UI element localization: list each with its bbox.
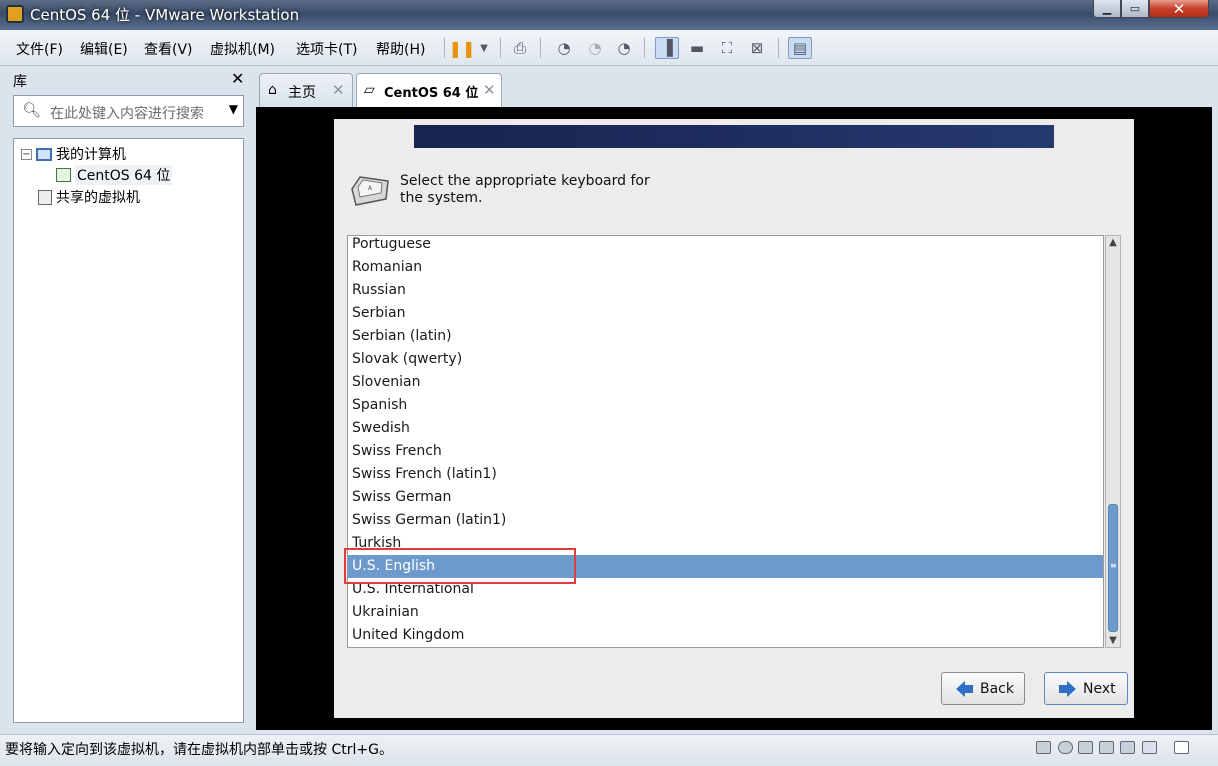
search-dropdown-icon[interactable]: ▼ (229, 102, 238, 116)
toolbar-separator (444, 38, 445, 58)
vm-running-icon (56, 168, 71, 182)
toolbar-separator (500, 38, 501, 58)
vmware-app-icon (6, 5, 24, 23)
list-item[interactable]: United Kingdom (348, 624, 1103, 647)
display-icon[interactable] (1142, 741, 1157, 754)
scroll-thumb[interactable]: ≡ (1108, 504, 1118, 632)
listbox-scrollbar[interactable]: ▲ ≡ ▼ (1105, 235, 1121, 648)
list-item[interactable]: Serbian (348, 302, 1103, 325)
toolbar-separator (540, 38, 541, 58)
list-item[interactable]: Swiss French (latin1) (348, 463, 1103, 486)
menu-file[interactable]: 文件(F) (16, 39, 63, 59)
printer-icon[interactable] (1099, 741, 1114, 754)
shared-vms-icon (38, 189, 52, 205)
collapse-icon[interactable]: − (21, 148, 32, 160)
library-search-input[interactable]: 🔍︎ 在此处键入内容进行搜索 ▼ (13, 95, 244, 127)
network-icon[interactable] (1078, 741, 1093, 754)
list-item[interactable]: Portuguese (348, 236, 1103, 256)
next-arrow-icon (1059, 680, 1077, 697)
menu-view[interactable]: 查看(V) (144, 39, 193, 59)
window-title: CentOS 64 位 - VMware Workstation (30, 6, 300, 24)
close-tab-icon[interactable]: ✕ (483, 81, 496, 99)
list-item[interactable]: Swiss French (348, 440, 1103, 463)
list-item[interactable]: Swiss German (348, 486, 1103, 509)
back-button[interactable]: Back (941, 672, 1025, 705)
search-icon: 🔍︎ (22, 101, 42, 119)
back-button-label: Back (980, 680, 1014, 697)
menu-tabs[interactable]: 选项卡(T) (296, 39, 357, 59)
list-item[interactable]: Swedish (348, 417, 1103, 440)
message-icon[interactable] (1174, 741, 1189, 754)
list-item[interactable]: Ukrainian (348, 601, 1103, 624)
status-bar: 要将输入定向到该虚拟机，请在虚拟机内部单击或按 Ctrl+G。 (0, 734, 1218, 766)
unity-icon[interactable]: ⊠ (745, 37, 769, 59)
installer-window: A Select the appropriate keyboard for th… (334, 119, 1134, 718)
sound-icon[interactable] (1120, 741, 1135, 754)
library-header: 库 ✕ (4, 68, 252, 92)
toolbar-separator (644, 38, 645, 58)
keyboard-key-icon: A (351, 176, 389, 206)
tree-item-vm[interactable]: CentOS 64 位 (56, 165, 173, 185)
send-ctrl-alt-del-icon[interactable]: ⎙ (508, 37, 532, 59)
tree-item-my-computer[interactable]: − 我的计算机 (21, 144, 126, 164)
grip-icon: ≡ (1110, 561, 1117, 570)
list-item[interactable]: Romanian (348, 256, 1103, 279)
toolbar-separator (778, 38, 779, 58)
annotation-highlight-box (344, 548, 576, 584)
chevron-down-icon[interactable]: ▼ (472, 37, 496, 59)
status-text: 要将输入定向到该虚拟机，请在虚拟机内部单击或按 Ctrl+G。 (5, 742, 393, 758)
cd-dvd-icon[interactable] (1058, 741, 1073, 754)
scroll-up-icon[interactable]: ▲ (1107, 236, 1119, 249)
tab-label: 主页 (288, 85, 316, 101)
list-item[interactable]: Swiss German (latin1) (348, 509, 1103, 532)
home-icon: ⌂ (268, 82, 277, 98)
menu-vm[interactable]: 虚拟机(M) (210, 39, 275, 59)
scroll-down-icon[interactable]: ▼ (1107, 634, 1119, 647)
thumbnail-bar-icon[interactable]: ▬ (685, 37, 709, 59)
full-screen-icon[interactable]: ⛶ (715, 37, 739, 59)
hard-disk-icon[interactable] (1036, 741, 1051, 754)
close-window-button[interactable]: ✕ (1149, 0, 1209, 18)
library-title: 库 (13, 74, 27, 90)
pause-icon[interactable]: ❚❚ (449, 37, 476, 59)
console-view-icon[interactable]: ▤ (788, 37, 812, 59)
maximize-button[interactable]: ▭ (1121, 0, 1149, 18)
next-button-label: Next (1083, 680, 1116, 697)
back-arrow-icon (956, 680, 974, 697)
tab-label: CentOS 64 位 (384, 86, 479, 101)
list-item[interactable]: Slovak (qwerty) (348, 348, 1103, 371)
installer-banner (414, 125, 1054, 148)
list-item[interactable]: Spanish (348, 394, 1103, 417)
vm-tab-icon: ▱ (364, 82, 375, 98)
menu-edit[interactable]: 编辑(E) (80, 39, 128, 59)
keyboard-listbox[interactable]: Portuguese Romanian Russian Serbian Serbian … (347, 235, 1104, 648)
search-placeholder: 在此处键入内容进行搜索 (50, 106, 204, 122)
next-button[interactable]: Next (1044, 672, 1128, 705)
tree-label: CentOS 64 位 (75, 165, 173, 185)
menu-help[interactable]: 帮助(H) (376, 39, 425, 59)
close-library-icon[interactable]: ✕ (231, 69, 244, 88)
computer-icon (36, 147, 52, 161)
title-bar: CentOS 64 位 - VMware Workstation ▁ ▭ ✕ (0, 0, 1218, 30)
minimize-button[interactable]: ▁ (1093, 0, 1121, 18)
library-tree: − 我的计算机 CentOS 64 位 共享的虚拟机 (13, 138, 244, 723)
list-item[interactable]: Slovenian (348, 371, 1103, 394)
close-tab-icon[interactable]: ✕ (332, 81, 345, 99)
tree-item-shared-vms[interactable]: 共享的虚拟机 (38, 187, 140, 207)
snapshot-icon[interactable]: ◔ (552, 37, 576, 59)
list-item[interactable]: Serbian (latin) (348, 325, 1103, 348)
tree-label: 我的计算机 (56, 147, 126, 163)
snapshot-manager-icon[interactable]: ◔ (612, 37, 636, 59)
menu-toolbar: 文件(F) 编辑(E) 查看(V) 虚拟机(M) 选项卡(T) 帮助(H) ❚❚… (0, 30, 1218, 66)
tab-centos[interactable]: ▱ CentOS 64 位 ✕ (356, 73, 502, 108)
revert-snapshot-icon[interactable]: ◔ (583, 37, 607, 59)
tab-home[interactable]: ⌂ 主页 ✕ (259, 73, 353, 107)
show-library-icon[interactable]: ▐ (655, 37, 679, 59)
list-item[interactable]: Russian (348, 279, 1103, 302)
keyboard-prompt: Select the appropriate keyboard for the … (400, 173, 650, 206)
tree-label: 共享的虚拟机 (56, 190, 140, 206)
